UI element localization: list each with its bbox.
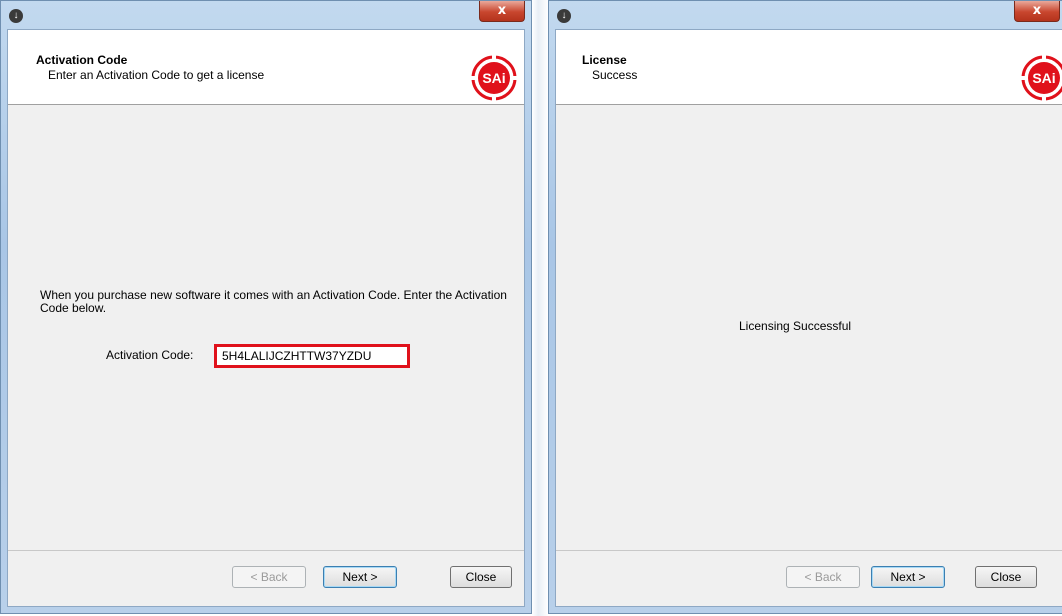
- footer-divider: [556, 550, 1062, 551]
- next-button[interactable]: Next >: [323, 566, 397, 588]
- window-close-button[interactable]: x: [1014, 1, 1060, 22]
- download-icon[interactable]: ↓: [9, 9, 23, 23]
- window-close-button[interactable]: x: [479, 1, 525, 22]
- back-button[interactable]: < Back: [786, 566, 860, 588]
- activation-code-window: ↓ x Activation Code Enter an Activation …: [0, 0, 532, 614]
- dialog-client-area: License Success SAi Licensing Successful…: [555, 29, 1062, 607]
- title-bar[interactable]: ↓ x: [549, 1, 1062, 31]
- footer-divider: [8, 550, 524, 551]
- header-subtitle: Success: [592, 68, 638, 82]
- next-button[interactable]: Next >: [871, 566, 945, 588]
- header-subtitle: Enter an Activation Code to get a licens…: [48, 68, 265, 82]
- dialog-header: Activation Code Enter an Activation Code…: [8, 30, 524, 105]
- header-title: Activation Code: [36, 53, 128, 67]
- license-success-window: ↓ x License Success SAi Licensing Succes…: [548, 0, 1062, 614]
- logo-text: SAi: [482, 70, 505, 86]
- logo-text: SAi: [1032, 70, 1055, 86]
- sai-logo-icon: SAi: [471, 55, 517, 101]
- dialog-header: License Success SAi: [556, 30, 1062, 105]
- dialog-client-area: Activation Code Enter an Activation Code…: [7, 29, 525, 607]
- activation-code-input[interactable]: [214, 344, 410, 368]
- sai-logo-icon: SAi: [1021, 55, 1062, 101]
- desktop-gap: [532, 0, 548, 616]
- close-button[interactable]: Close: [450, 566, 512, 588]
- title-bar[interactable]: ↓ x: [1, 1, 531, 31]
- back-button[interactable]: < Back: [232, 566, 306, 588]
- instruction-text: When you purchase new software it comes …: [40, 288, 507, 315]
- header-title: License: [582, 53, 627, 67]
- activation-code-label: Activation Code:: [106, 348, 194, 362]
- close-button[interactable]: Close: [975, 566, 1037, 588]
- licensing-status-text: Licensing Successful: [739, 319, 852, 333]
- download-icon[interactable]: ↓: [557, 9, 571, 23]
